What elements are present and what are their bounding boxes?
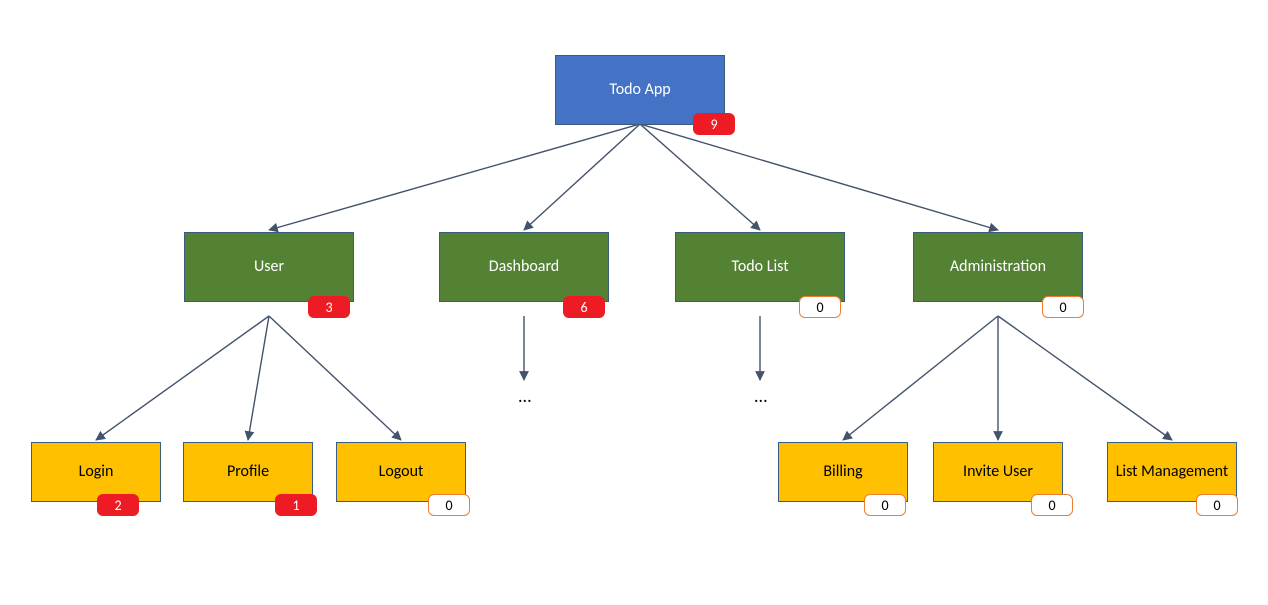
node-administration: Administration — [913, 232, 1083, 302]
badge-value: 9 — [710, 116, 717, 133]
badge-value: 1 — [292, 497, 299, 514]
badge-value: 0 — [1213, 497, 1220, 514]
node-list-management: List Management — [1107, 442, 1237, 502]
node-label: List Management — [1116, 463, 1229, 481]
node-label: Todo List — [731, 258, 788, 276]
badge-value: 0 — [881, 497, 888, 514]
badge-administration: 0 — [1042, 296, 1084, 318]
node-label: Dashboard — [489, 258, 559, 276]
badge-value: 3 — [325, 299, 332, 316]
node-label: Todo App — [609, 81, 670, 99]
badge-dashboard: 6 — [563, 296, 605, 318]
node-billing: Billing — [778, 442, 908, 502]
badge-value: 6 — [580, 299, 587, 316]
node-dashboard: Dashboard — [439, 232, 609, 302]
badge-billing: 0 — [864, 494, 906, 516]
badge-value: 0 — [445, 497, 452, 514]
badge-user: 3 — [308, 296, 350, 318]
ellipsis-dashboard: ... — [518, 385, 532, 407]
badge-value: 2 — [114, 497, 121, 514]
badge-profile: 1 — [275, 494, 317, 516]
node-label: Login — [79, 463, 114, 481]
node-user: User — [184, 232, 354, 302]
badge-todo-list: 0 — [799, 296, 841, 318]
node-label: Administration — [950, 258, 1046, 276]
badge-invite-user: 0 — [1031, 494, 1073, 516]
tree-diagram: Todo App 9 User 3 Dashboard 6 Todo List … — [0, 0, 1268, 605]
badge-value: 0 — [816, 299, 823, 316]
badge-todo-app: 9 — [693, 113, 735, 135]
node-logout: Logout — [336, 442, 466, 502]
badge-value: 0 — [1059, 299, 1066, 316]
node-label: User — [254, 258, 284, 276]
badge-value: 0 — [1048, 497, 1055, 514]
node-todo-list: Todo List — [675, 232, 845, 302]
node-invite-user: Invite User — [933, 442, 1063, 502]
node-login: Login — [31, 442, 161, 502]
badge-login: 2 — [97, 494, 139, 516]
node-label: Billing — [823, 463, 862, 481]
badge-list-management: 0 — [1196, 494, 1238, 516]
node-label: Profile — [227, 463, 269, 481]
ellipsis-todolist: ... — [754, 385, 768, 407]
badge-logout: 0 — [428, 494, 470, 516]
node-profile: Profile — [183, 442, 313, 502]
node-label: Logout — [379, 463, 424, 481]
node-label: Invite User — [963, 463, 1033, 481]
